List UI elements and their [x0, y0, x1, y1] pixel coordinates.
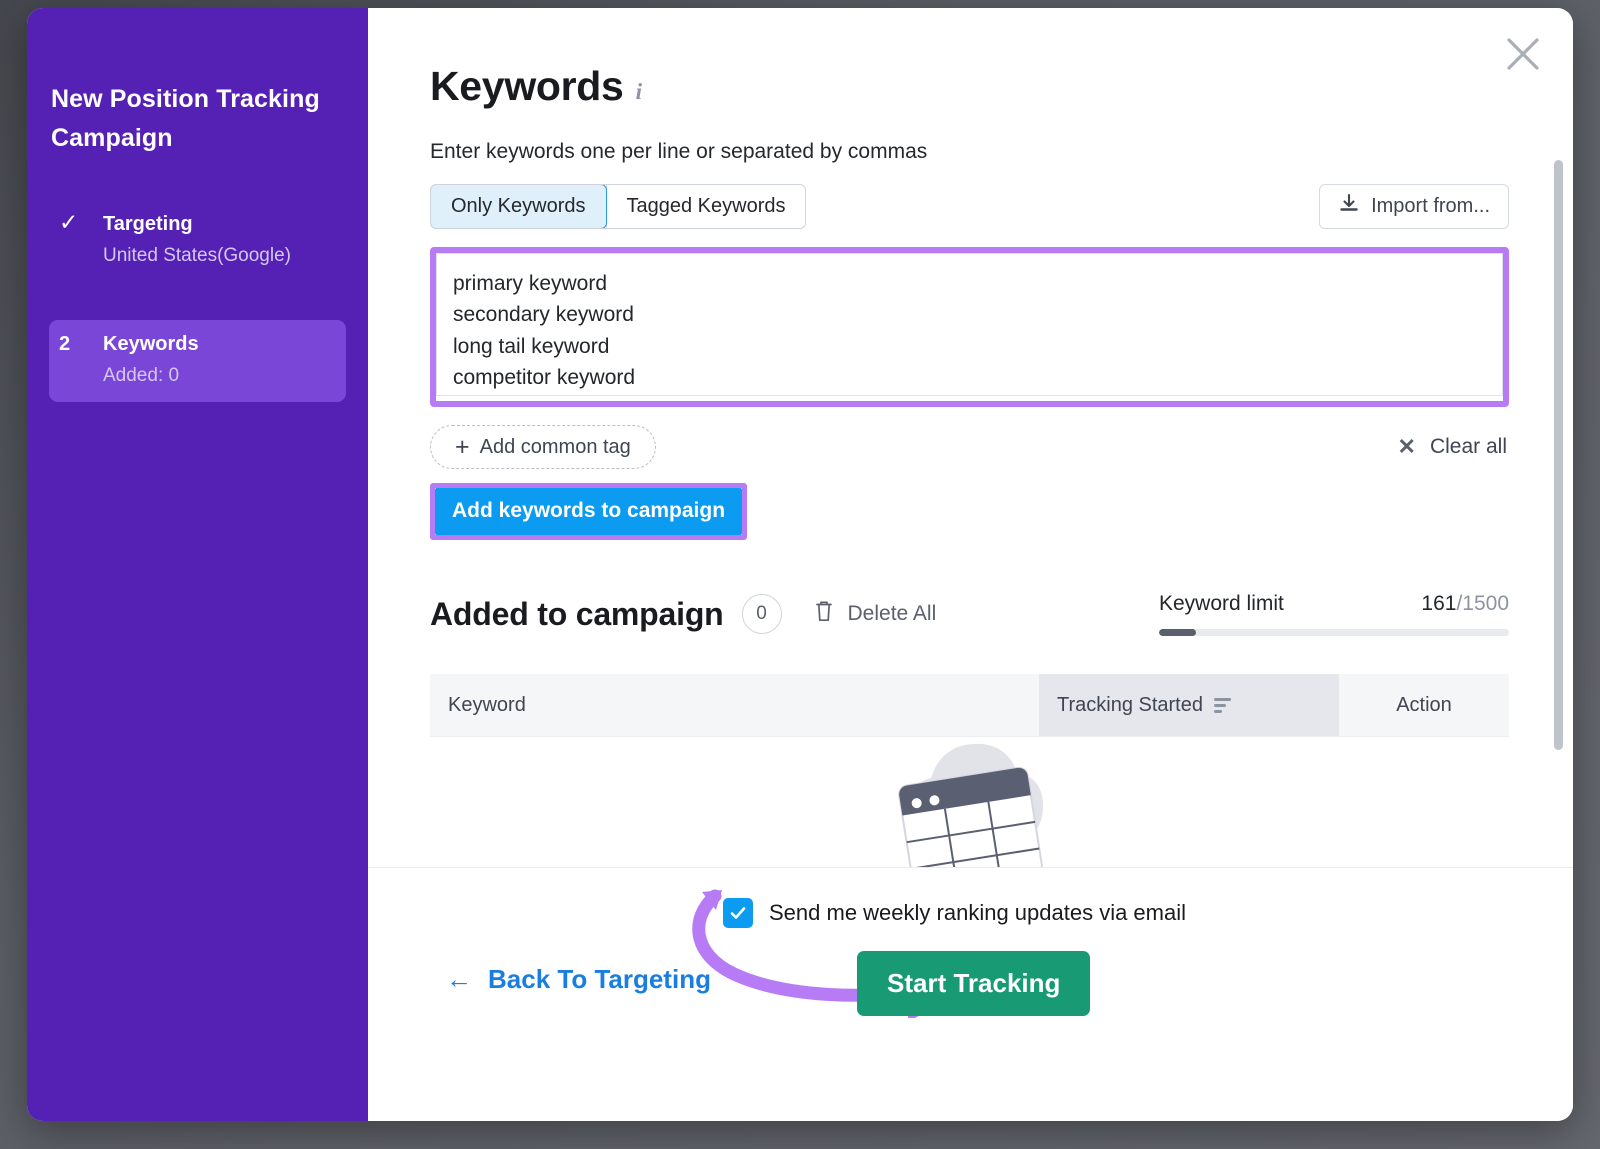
import-from-label: Import from... — [1371, 195, 1490, 217]
sidebar-title: New Position Tracking Campaign — [51, 85, 320, 152]
check-icon: ✓ — [59, 208, 79, 235]
import-from-button[interactable]: Import from... — [1319, 184, 1509, 229]
weekly-updates-label: Send me weekly ranking updates via email — [769, 900, 1187, 925]
column-header-tracking-started-label: Tracking Started — [1057, 693, 1203, 716]
add-keywords-to-campaign-button[interactable]: Add keywords to campaign — [435, 488, 743, 535]
sidebar-step-targeting[interactable]: ✓ Targeting United States(Google) — [49, 196, 346, 282]
add-keywords-highlight: Add keywords to campaign — [430, 483, 748, 540]
new-campaign-modal: New Position Tracking Campaign ✓ Targeti… — [27, 8, 1573, 1121]
keyword-mode-segmented: Only Keywords Tagged Keywords — [430, 184, 807, 229]
sidebar-step-targeting-label: Targeting — [103, 212, 193, 235]
page-title: Keywords i — [430, 63, 1509, 110]
start-tracking-button[interactable]: Start Tracking — [857, 951, 1091, 1016]
keyword-limit-value: 161/1500 — [1421, 592, 1509, 616]
sidebar-step-keywords-label: Keywords — [103, 332, 199, 355]
added-count-badge: 0 — [741, 594, 782, 634]
column-header-action: Action — [1339, 674, 1509, 736]
keywords-step-content: Keywords i Enter keywords one per line o… — [368, 8, 1573, 867]
added-to-campaign-row: Added to campaign 0 Delete All Keyword l… — [430, 592, 1509, 636]
tab-tagged-keywords[interactable]: Tagged Keywords — [605, 185, 806, 228]
weekly-updates-checkbox[interactable] — [723, 898, 753, 928]
back-to-targeting-link[interactable]: ← Back To Targeting — [446, 964, 711, 995]
sidebar-step-keywords-number: 2 — [59, 332, 71, 355]
close-icon[interactable] — [1501, 32, 1545, 76]
main-pane: Keywords i Enter keywords one per line o… — [368, 8, 1573, 1121]
keyword-limit-progress-track — [1159, 629, 1509, 636]
trash-icon — [814, 599, 834, 629]
tab-only-keywords[interactable]: Only Keywords — [431, 185, 607, 228]
column-header-keyword[interactable]: Keyword — [430, 674, 1039, 736]
clear-all-label: Clear all — [1429, 435, 1507, 458]
delete-all-label: Delete All — [847, 602, 937, 625]
plus-icon: + — [455, 432, 470, 461]
tag-and-clear-row: + Add common tag ✕ Clear all — [430, 425, 1509, 469]
clear-all-button[interactable]: ✕ Clear all — [1398, 434, 1509, 460]
keywords-input[interactable] — [436, 253, 1503, 396]
content-scrollbar[interactable] — [1554, 160, 1563, 750]
keyword-limit-progress-fill — [1159, 629, 1197, 636]
keywords-textarea-highlight — [430, 247, 1509, 407]
keyword-limit-label: Keyword limit — [1159, 592, 1284, 615]
arrow-left-icon: ← — [446, 964, 472, 994]
add-common-tag-button[interactable]: + Add common tag — [430, 425, 656, 469]
keyword-limit-total: 1500 — [1462, 592, 1509, 615]
info-icon[interactable]: i — [636, 79, 642, 110]
back-to-targeting-label: Back To Targeting — [488, 964, 711, 994]
download-icon — [1338, 193, 1360, 221]
added-to-campaign-title: Added to campaign — [430, 595, 724, 632]
weekly-updates-row[interactable]: Send me weekly ranking updates via email — [723, 898, 1186, 928]
sidebar-step-keywords[interactable]: 2 Keywords Added: 0 — [49, 319, 346, 402]
keywords-table-header: Keyword Tracking Started Action — [430, 674, 1509, 737]
keyword-limit-used: 161 — [1421, 592, 1457, 615]
modal-footer: Send me weekly ranking updates via email… — [368, 867, 1573, 1121]
column-header-tracking-started[interactable]: Tracking Started — [1039, 674, 1339, 736]
keywords-controls-row: Only Keywords Tagged Keywords Import fro… — [430, 184, 1509, 229]
page-title-text: Keywords — [430, 63, 624, 109]
keyword-limit-widget: Keyword limit 161/1500 — [1159, 592, 1509, 636]
sort-icon[interactable] — [1214, 697, 1231, 713]
campaign-wizard-sidebar: New Position Tracking Campaign ✓ Targeti… — [27, 8, 368, 1121]
add-common-tag-label: Add common tag — [479, 435, 631, 458]
keywords-hint: Enter keywords one per line or separated… — [430, 140, 928, 163]
close-x-icon: ✕ — [1397, 434, 1416, 459]
delete-all-button[interactable]: Delete All — [814, 599, 937, 629]
empty-state-illustration — [368, 738, 1573, 867]
sidebar-step-targeting-sub: United States(Google) — [103, 244, 291, 266]
sidebar-step-keywords-sub: Added: 0 — [103, 364, 180, 386]
